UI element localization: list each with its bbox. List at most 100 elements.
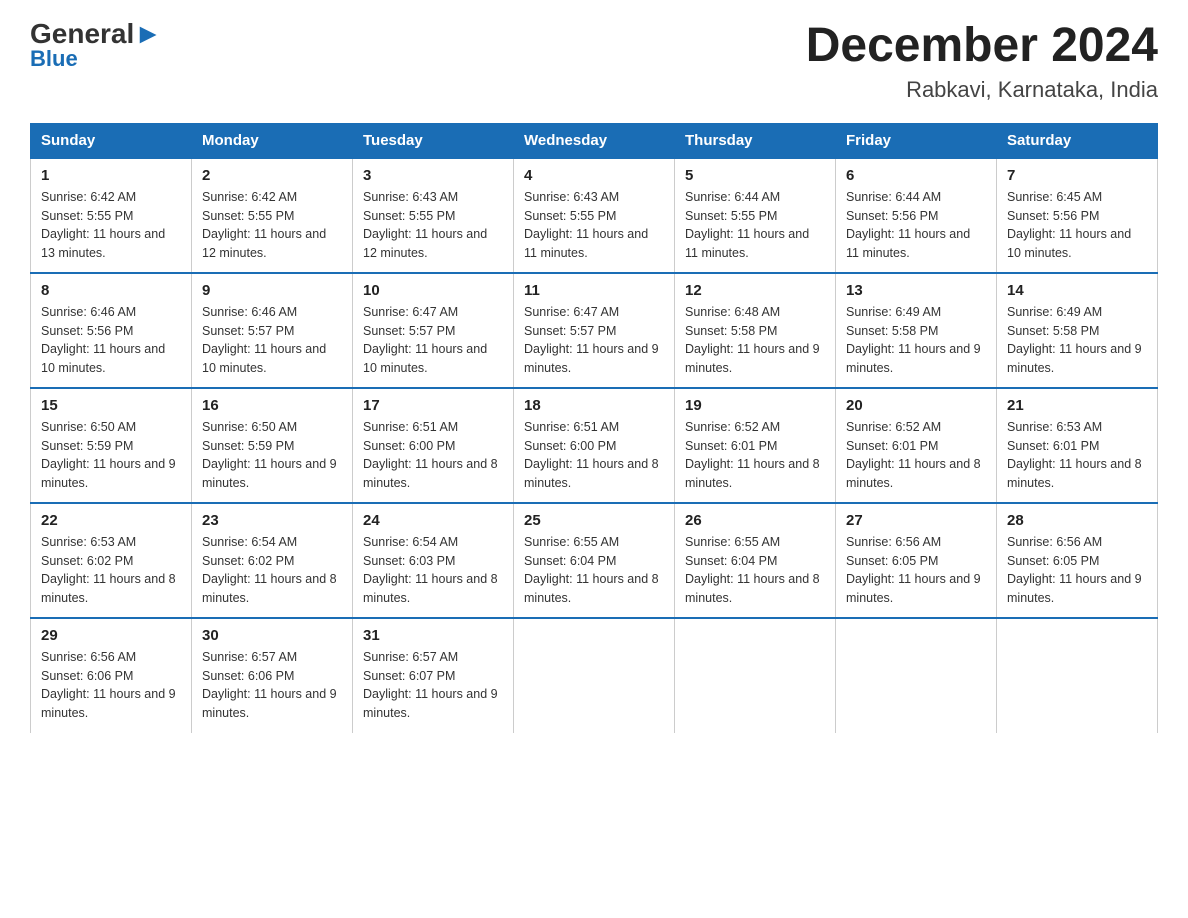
logo-arrow-icon: ►	[134, 18, 162, 49]
day-info: Sunrise: 6:52 AMSunset: 6:01 PMDaylight:…	[685, 418, 825, 493]
day-info: Sunrise: 6:46 AMSunset: 5:56 PMDaylight:…	[41, 303, 181, 378]
day-info: Sunrise: 6:43 AMSunset: 5:55 PMDaylight:…	[363, 188, 503, 263]
calendar-cell: 26 Sunrise: 6:55 AMSunset: 6:04 PMDayligh…	[675, 503, 836, 618]
calendar-cell: 5 Sunrise: 6:44 AMSunset: 5:55 PMDaylight…	[675, 158, 836, 273]
calendar-table: SundayMondayTuesdayWednesdayThursdayFrid…	[30, 123, 1158, 733]
day-number: 23	[202, 512, 342, 529]
calendar-cell: 28 Sunrise: 6:56 AMSunset: 6:05 PMDayligh…	[997, 503, 1158, 618]
day-info: Sunrise: 6:46 AMSunset: 5:57 PMDaylight:…	[202, 303, 342, 378]
logo-text-top: General►	[30, 20, 162, 48]
day-info: Sunrise: 6:55 AMSunset: 6:04 PMDaylight:…	[685, 533, 825, 608]
day-number: 20	[846, 397, 986, 414]
calendar-cell: 15 Sunrise: 6:50 AMSunset: 5:59 PMDayligh…	[31, 388, 192, 503]
title-block: December 2024 Rabkavi, Karnataka, India	[806, 20, 1158, 103]
day-number: 26	[685, 512, 825, 529]
calendar-cell: 3 Sunrise: 6:43 AMSunset: 5:55 PMDaylight…	[353, 158, 514, 273]
column-header-wednesday: Wednesday	[514, 123, 675, 158]
day-number: 16	[202, 397, 342, 414]
calendar-cell	[675, 618, 836, 733]
day-info: Sunrise: 6:56 AMSunset: 6:05 PMDaylight:…	[846, 533, 986, 608]
calendar-week-3: 15 Sunrise: 6:50 AMSunset: 5:59 PMDayligh…	[31, 388, 1158, 503]
day-number: 19	[685, 397, 825, 414]
day-info: Sunrise: 6:51 AMSunset: 6:00 PMDaylight:…	[524, 418, 664, 493]
day-number: 11	[524, 282, 664, 299]
day-info: Sunrise: 6:56 AMSunset: 6:05 PMDaylight:…	[1007, 533, 1147, 608]
day-number: 31	[363, 627, 503, 644]
calendar-week-2: 8Sunrise: 6:46 AMSunset: 5:56 PMDaylight…	[31, 273, 1158, 388]
calendar-cell	[997, 618, 1158, 733]
column-header-sunday: Sunday	[31, 123, 192, 158]
calendar-week-5: 29Sunrise: 6:56 AMSunset: 6:06 PMDayligh…	[31, 618, 1158, 733]
day-number: 29	[41, 627, 181, 644]
calendar-cell: 27 Sunrise: 6:56 AMSunset: 6:05 PMDayligh…	[836, 503, 997, 618]
day-info: Sunrise: 6:57 AMSunset: 6:07 PMDaylight:…	[363, 648, 503, 723]
logo: General► Blue	[30, 20, 162, 72]
day-info: Sunrise: 6:53 AMSunset: 6:01 PMDaylight:…	[1007, 418, 1147, 493]
day-number: 28	[1007, 512, 1147, 529]
day-number: 9	[202, 282, 342, 299]
calendar-cell: 1Sunrise: 6:42 AMSunset: 5:55 PMDaylight…	[31, 158, 192, 273]
day-info: Sunrise: 6:52 AMSunset: 6:01 PMDaylight:…	[846, 418, 986, 493]
day-info: Sunrise: 6:54 AMSunset: 6:03 PMDaylight:…	[363, 533, 503, 608]
day-info: Sunrise: 6:49 AMSunset: 5:58 PMDaylight:…	[1007, 303, 1147, 378]
column-header-friday: Friday	[836, 123, 997, 158]
day-number: 25	[524, 512, 664, 529]
calendar-header-row: SundayMondayTuesdayWednesdayThursdayFrid…	[31, 123, 1158, 158]
calendar-cell	[514, 618, 675, 733]
page-header: General► Blue December 2024 Rabkavi, Kar…	[30, 20, 1158, 103]
day-number: 22	[41, 512, 181, 529]
day-number: 7	[1007, 167, 1147, 184]
calendar-week-1: 1 Sunrise: 6:42 AMSunset: 5:55 PMDaylight…	[31, 158, 1158, 273]
day-number: 14	[1007, 282, 1147, 299]
day-info: Sunrise: 6:50 AMSunset: 5:59 PMDaylight:…	[202, 418, 342, 493]
day-number: 21	[1007, 397, 1147, 414]
day-number: 15	[41, 397, 181, 414]
calendar-cell: 23 Sunrise: 6:54 AMSunset: 6:02 PMDayligh…	[192, 503, 353, 618]
calendar-cell: 13Sunrise: 6:49 AMSunset: 5:58 PMDayligh…	[836, 273, 997, 388]
calendar-cell: 7 Sunrise: 6:45 AMSunset: 5:56 PMDaylight…	[997, 158, 1158, 273]
calendar-cell: 18Sunrise: 6:51 AMSunset: 6:00 PMDayligh…	[514, 388, 675, 503]
calendar-cell: 8Sunrise: 6:46 AMSunset: 5:56 PMDaylight…	[31, 273, 192, 388]
day-number: 10	[363, 282, 503, 299]
day-info: Sunrise: 6:50 AMSunset: 5:59 PMDaylight:…	[41, 418, 181, 493]
day-info: Sunrise: 6:49 AMSunset: 5:58 PMDaylight:…	[846, 303, 986, 378]
day-number: 24	[363, 512, 503, 529]
day-info: Sunrise: 6:53 AMSunset: 6:02 PMDaylight:…	[41, 533, 181, 608]
calendar-cell: 16 Sunrise: 6:50 AMSunset: 5:59 PMDayligh…	[192, 388, 353, 503]
column-header-monday: Monday	[192, 123, 353, 158]
calendar-cell: 24 Sunrise: 6:54 AMSunset: 6:03 PMDayligh…	[353, 503, 514, 618]
day-info: Sunrise: 6:47 AMSunset: 5:57 PMDaylight:…	[363, 303, 503, 378]
day-number: 27	[846, 512, 986, 529]
calendar-cell: 30Sunrise: 6:57 AMSunset: 6:06 PMDayligh…	[192, 618, 353, 733]
calendar-cell: 31 Sunrise: 6:57 AMSunset: 6:07 PMDayligh…	[353, 618, 514, 733]
day-info: Sunrise: 6:44 AMSunset: 5:56 PMDaylight:…	[846, 188, 986, 263]
day-info: Sunrise: 6:42 AMSunset: 5:55 PMDaylight:…	[202, 188, 342, 263]
column-header-thursday: Thursday	[675, 123, 836, 158]
column-header-saturday: Saturday	[997, 123, 1158, 158]
day-info: Sunrise: 6:47 AMSunset: 5:57 PMDaylight:…	[524, 303, 664, 378]
day-info: Sunrise: 6:55 AMSunset: 6:04 PMDaylight:…	[524, 533, 664, 608]
day-info: Sunrise: 6:44 AMSunset: 5:55 PMDaylight:…	[685, 188, 825, 263]
calendar-cell: 21 Sunrise: 6:53 AMSunset: 6:01 PMDayligh…	[997, 388, 1158, 503]
day-number: 1	[41, 167, 181, 184]
logo-text-bottom: Blue	[30, 46, 78, 72]
day-info: Sunrise: 6:45 AMSunset: 5:56 PMDaylight:…	[1007, 188, 1147, 263]
calendar-cell: 22 Sunrise: 6:53 AMSunset: 6:02 PMDayligh…	[31, 503, 192, 618]
day-info: Sunrise: 6:43 AMSunset: 5:55 PMDaylight:…	[524, 188, 664, 263]
day-number: 3	[363, 167, 503, 184]
calendar-cell: 9 Sunrise: 6:46 AMSunset: 5:57 PMDaylight…	[192, 273, 353, 388]
calendar-cell: 29Sunrise: 6:56 AMSunset: 6:06 PMDayligh…	[31, 618, 192, 733]
day-info: Sunrise: 6:54 AMSunset: 6:02 PMDaylight:…	[202, 533, 342, 608]
calendar-cell: 10 Sunrise: 6:47 AMSunset: 5:57 PMDayligh…	[353, 273, 514, 388]
day-info: Sunrise: 6:51 AMSunset: 6:00 PMDaylight:…	[363, 418, 503, 493]
day-number: 6	[846, 167, 986, 184]
calendar-cell: 12Sunrise: 6:48 AMSunset: 5:58 PMDayligh…	[675, 273, 836, 388]
calendar-cell: 11 Sunrise: 6:47 AMSunset: 5:57 PMDayligh…	[514, 273, 675, 388]
calendar-cell: 25 Sunrise: 6:55 AMSunset: 6:04 PMDayligh…	[514, 503, 675, 618]
calendar-subtitle: Rabkavi, Karnataka, India	[806, 77, 1158, 103]
day-number: 5	[685, 167, 825, 184]
calendar-cell: 14 Sunrise: 6:49 AMSunset: 5:58 PMDayligh…	[997, 273, 1158, 388]
day-number: 12	[685, 282, 825, 299]
calendar-cell: 2Sunrise: 6:42 AMSunset: 5:55 PMDaylight…	[192, 158, 353, 273]
calendar-cell	[836, 618, 997, 733]
